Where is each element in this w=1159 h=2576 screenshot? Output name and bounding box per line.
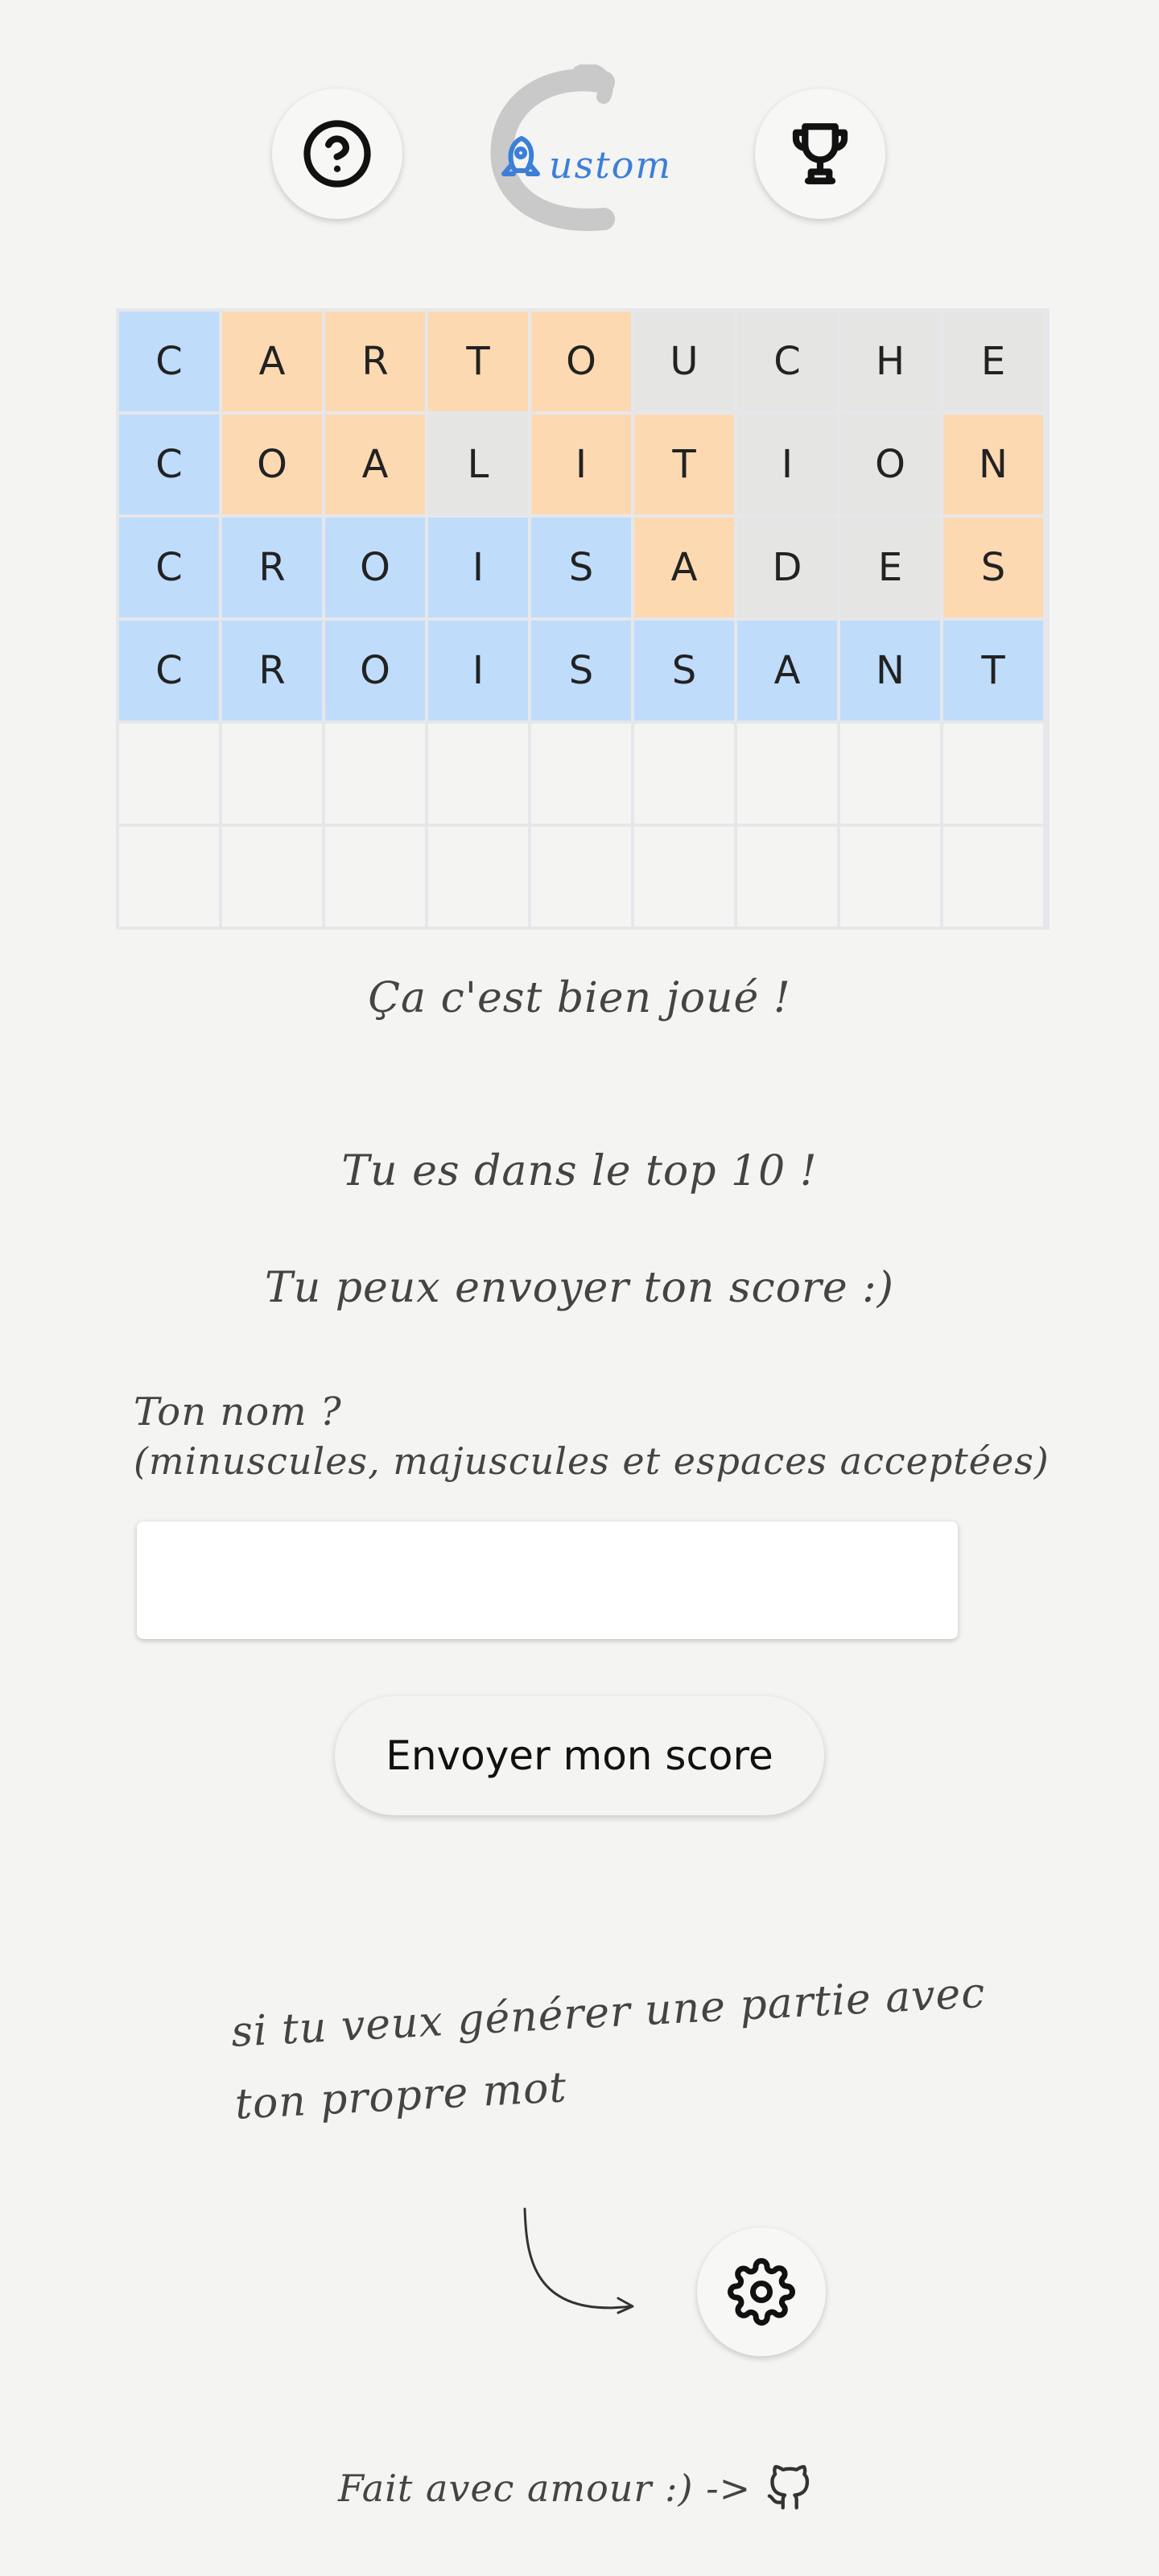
- board-cell: [531, 724, 631, 824]
- send-score-message: Tu peux envoyer ton score :): [265, 1264, 894, 1312]
- board-cell: O: [222, 415, 322, 514]
- gear-icon: [728, 2258, 795, 2326]
- board-cell: [119, 827, 219, 927]
- board-cell: [428, 827, 528, 927]
- board-cell: A: [634, 518, 734, 617]
- board-cell: [428, 724, 528, 824]
- board-cell: N: [840, 621, 940, 720]
- board-cell: T: [943, 621, 1043, 720]
- board-cell: T: [428, 312, 528, 411]
- board-cell: S: [943, 518, 1043, 617]
- board-cell: I: [428, 621, 528, 720]
- board-cell: I: [737, 415, 837, 514]
- board-cell: R: [222, 621, 322, 720]
- board-cell: C: [737, 312, 837, 411]
- trophy-icon: [792, 123, 848, 184]
- github-icon[interactable]: [765, 2465, 812, 2512]
- board-cell: C: [119, 621, 219, 720]
- board-cell: S: [531, 621, 631, 720]
- name-hint: (minuscules, majuscules et espaces accep…: [134, 1439, 1050, 1483]
- board-cell: D: [737, 518, 837, 617]
- board-cell: O: [325, 621, 425, 720]
- board-cell: E: [943, 312, 1043, 411]
- game-board: CARTOUCHECOALITIONCROISADESCROISSANT: [116, 308, 1050, 930]
- board-cell: [943, 724, 1043, 824]
- board-cell: I: [531, 415, 631, 514]
- arrow-icon: [523, 2207, 634, 2314]
- submit-score-button[interactable]: Envoyer mon score: [335, 1696, 824, 1815]
- board-cell: N: [943, 415, 1043, 514]
- board-cell: [325, 827, 425, 927]
- board-cell: U: [634, 312, 734, 411]
- board-cell: [222, 724, 322, 824]
- custom-game-hint: si tu veux générer une partie avec ton p…: [229, 1955, 1041, 2141]
- board-cell: I: [428, 518, 528, 617]
- board-cell: S: [634, 621, 734, 720]
- board-cell: S: [531, 518, 631, 617]
- board-cell: [119, 724, 219, 824]
- board-cell: C: [119, 415, 219, 514]
- board-cell: H: [840, 312, 940, 411]
- name-input[interactable]: [137, 1521, 958, 1639]
- board-cell: [634, 724, 734, 824]
- top10-message: Tu es dans le top 10 !: [341, 1147, 818, 1195]
- board-cell: [943, 827, 1043, 927]
- win-message: Ça c'est bien joué !: [368, 974, 791, 1022]
- help-circle-icon: [303, 120, 371, 188]
- board-cell: [737, 724, 837, 824]
- board-cell: [840, 724, 940, 824]
- board-cell: O: [840, 415, 940, 514]
- board-cell: A: [325, 415, 425, 514]
- board-cell: [634, 827, 734, 927]
- logo-text: ustom: [549, 143, 673, 187]
- board-cell: [737, 827, 837, 927]
- board-cell: R: [325, 312, 425, 411]
- board-cell: [840, 827, 940, 927]
- board-cell: A: [222, 312, 322, 411]
- custom-game-settings-button[interactable]: [697, 2227, 826, 2356]
- name-label: Ton nom ?: [134, 1389, 342, 1435]
- board-cell: C: [119, 518, 219, 617]
- board-cell: E: [840, 518, 940, 617]
- board-cell: [531, 827, 631, 927]
- board-cell: O: [325, 518, 425, 617]
- footer-text: Fait avec amour :) ->: [338, 2467, 752, 2510]
- leaderboard-button[interactable]: [755, 89, 885, 219]
- board-cell: C: [119, 312, 219, 411]
- board-cell: [325, 724, 425, 824]
- board-cell: [222, 827, 322, 927]
- board-cell: T: [634, 415, 734, 514]
- board-cell: L: [428, 415, 528, 514]
- help-button[interactable]: [272, 89, 402, 219]
- board-cell: A: [737, 621, 837, 720]
- board-cell: O: [531, 312, 631, 411]
- footer: Fait avec amour :) ->: [338, 2465, 812, 2512]
- board-cell: R: [222, 518, 322, 617]
